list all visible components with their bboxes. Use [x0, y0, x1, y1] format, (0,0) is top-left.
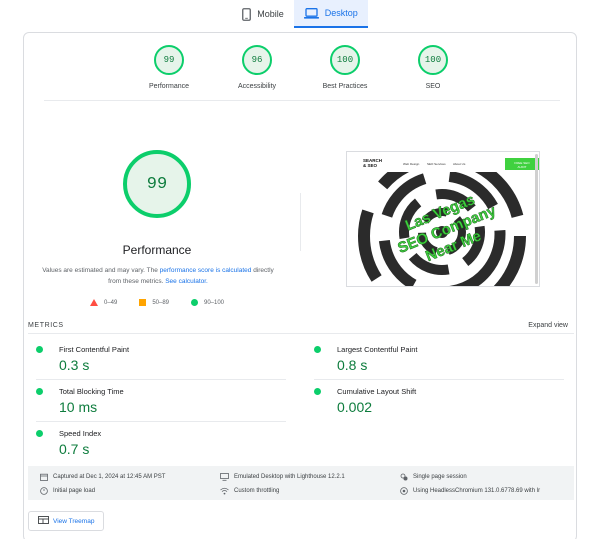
- metric-largest-contentful-paint: Largest Contentful Paint 0.8 s: [314, 343, 564, 379]
- pass-icon: [314, 346, 321, 353]
- metric-first-contentful-paint: First Contentful Paint 0.3 s: [36, 343, 286, 379]
- device-tabs: Mobile Desktop: [0, 0, 600, 28]
- runtime-info: Captured at Dec 1, 2024 at 12:45 AM PST …: [28, 466, 574, 500]
- tab-desktop[interactable]: Desktop: [293, 0, 368, 28]
- chromium-icon: [400, 487, 408, 495]
- wifi-icon: [220, 487, 229, 495]
- performance-score-gauge: 99: [123, 150, 191, 218]
- info-text: Emulated Desktop with Lighthouse 12.2.1: [234, 474, 345, 480]
- pass-icon: [314, 388, 321, 395]
- info-captured: Captured at Dec 1, 2024 at 12:45 AM PST: [40, 473, 165, 481]
- metric-divider: [36, 421, 286, 422]
- thumb-nav-link: Web Design: [403, 162, 420, 166]
- tab-mobile[interactable]: Mobile: [232, 0, 294, 28]
- info-text: Using HeadlessChromium 131.0.6778.69 wit…: [413, 488, 541, 494]
- treemap-icon: [38, 516, 49, 526]
- desktop-icon: [220, 473, 229, 481]
- performance-gauge: 99: [154, 45, 184, 75]
- summary-label: Performance: [148, 83, 190, 90]
- thumb-logo-line: & SEO: [363, 163, 378, 168]
- summary-divider: [44, 100, 560, 101]
- metric-name: First Contentful Paint: [59, 345, 130, 354]
- metric-cumulative-layout-shift: Cumulative Layout Shift 0.002: [314, 385, 564, 421]
- info-emulated: Emulated Desktop with Lighthouse 12.2.1: [220, 473, 345, 481]
- info-session: Single page session: [400, 473, 467, 481]
- page-screenshot: SEARCH & SEO Web Design SEO Services Abo…: [346, 151, 540, 287]
- circle-icon: [191, 299, 198, 306]
- score-note: Values are estimated and may vary. The p…: [36, 265, 280, 287]
- pass-icon: [36, 430, 43, 437]
- legend-fail: 0–49: [89, 299, 118, 306]
- report-card: 99 Performance 96 Accessibility 100 Best…: [23, 32, 577, 539]
- thumb-cta-button: FREE SEO AUDIT: [505, 158, 539, 170]
- expand-view-toggle[interactable]: Expand view: [528, 322, 568, 329]
- timer-icon: [40, 487, 48, 495]
- thumb-nav-link: About Us: [453, 162, 466, 166]
- summary-best-practices[interactable]: 100 Best Practices: [309, 45, 381, 90]
- session-icon: [400, 473, 408, 481]
- summary-label: Best Practices: [322, 83, 368, 90]
- tab-desktop-label: Desktop: [324, 8, 358, 18]
- summary-accessibility[interactable]: 96 Accessibility: [221, 45, 293, 90]
- metric-name: Speed Index: [59, 429, 102, 438]
- performance-title: Performance: [122, 243, 192, 257]
- metric-value: 0.002: [337, 399, 373, 415]
- metric-value: 0.3 s: [59, 357, 90, 373]
- legend-average: 50–89: [139, 299, 169, 306]
- summary-label: Accessibility: [237, 83, 277, 90]
- laptop-icon: [303, 7, 319, 19]
- info-text: Captured at Dec 1, 2024 at 12:45 AM PST: [53, 474, 166, 480]
- metric-divider: [36, 379, 286, 380]
- info-throttling: Custom throttling: [220, 487, 279, 495]
- legend-label: 50–89: [152, 299, 169, 306]
- legend-pass: 90–100: [191, 299, 224, 306]
- metrics-label: METRICS: [28, 322, 64, 329]
- view-treemap-button[interactable]: View Treemap: [28, 511, 104, 531]
- thumb-logo: SEARCH & SEO: [363, 158, 382, 168]
- thumb-nav: SEARCH & SEO Web Design SEO Services Abo…: [363, 158, 539, 172]
- vertical-divider: [300, 193, 301, 251]
- best-practices-gauge: 100: [330, 45, 360, 75]
- treemap-label: View Treemap: [53, 517, 95, 525]
- note-text: Values are estimated and may vary. The: [42, 267, 160, 274]
- info-text: Custom throttling: [234, 488, 280, 494]
- category-summary: 99 Performance 96 Accessibility 100 Best…: [24, 45, 578, 90]
- phone-icon: [242, 7, 252, 21]
- triangle-icon: [89, 299, 98, 306]
- thumb-scrollbar: [535, 154, 538, 284]
- info-text: Single page session: [413, 474, 467, 480]
- metric-value: 10 ms: [59, 399, 98, 415]
- summary-label: SEO: [425, 83, 441, 90]
- metric-value: 0.7 s: [59, 441, 90, 457]
- calculator-link[interactable]: See calculator.: [165, 278, 208, 285]
- thumb-nav-link: SEO Services: [427, 162, 446, 166]
- score-legend: 0–49 50–89 90–100: [24, 299, 290, 306]
- legend-label: 0–49: [103, 299, 118, 306]
- summary-seo[interactable]: 100 SEO: [397, 45, 469, 90]
- pass-icon: [36, 388, 43, 395]
- metric-total-blocking-time: Total Blocking Time 10 ms: [36, 385, 286, 421]
- metric-name: Cumulative Layout Shift: [337, 387, 417, 396]
- calendar-icon: [40, 473, 48, 481]
- summary-performance[interactable]: 99 Performance: [133, 45, 205, 90]
- info-browser: Using HeadlessChromium 131.0.6778.69 wit…: [400, 487, 540, 495]
- tab-mobile-label: Mobile: [257, 9, 284, 19]
- seo-gauge: 100: [418, 45, 448, 75]
- metric-name: Total Blocking Time: [59, 387, 124, 396]
- metric-name: Largest Contentful Paint: [337, 345, 418, 354]
- info-page-load: Initial page load: [40, 487, 95, 495]
- legend-label: 90–100: [204, 299, 225, 306]
- metrics-divider: [28, 333, 574, 334]
- info-text: Initial page load: [53, 488, 96, 494]
- hero-spiral-art: Las Vegas SEO Company Near Me: [358, 172, 526, 286]
- metric-speed-index: Speed Index 0.7 s: [36, 427, 286, 463]
- square-icon: [139, 299, 147, 306]
- metric-divider: [314, 379, 564, 380]
- pass-icon: [36, 346, 43, 353]
- accessibility-gauge: 96: [242, 45, 272, 75]
- performance-score-link[interactable]: performance score is calculated: [160, 267, 252, 274]
- metric-value: 0.8 s: [337, 357, 368, 373]
- thumb-cta-line: AUDIT: [517, 165, 527, 169]
